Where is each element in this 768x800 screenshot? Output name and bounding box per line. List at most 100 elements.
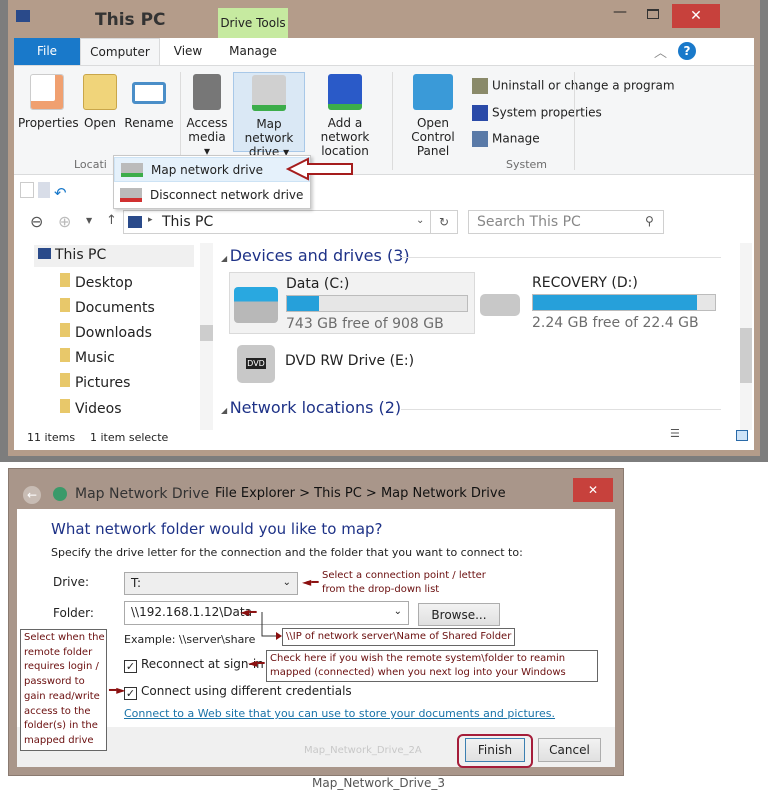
nav-item-pictures[interactable]: Pictures (60, 373, 130, 391)
address-bar[interactable]: ▸ This PC ⌄ (123, 210, 431, 234)
large-icons-view-icon[interactable] (736, 430, 748, 441)
nav-item-this-pc[interactable]: This PC (38, 247, 106, 263)
system-properties-button[interactable]: System properties (472, 105, 602, 121)
label: media ▾ (188, 130, 226, 158)
line: password to (24, 676, 85, 688)
folder-label: Folder: (53, 606, 94, 620)
drive-usage-fill (287, 296, 320, 311)
dialog-close-button[interactable]: ✕ (573, 478, 613, 502)
up-icon[interactable]: ↑ (106, 213, 117, 228)
devices-header[interactable]: ◢ Devices and drives (3) (221, 246, 410, 265)
annotation-arrow: ◄━ (302, 575, 319, 589)
properties-label: Properties (18, 116, 79, 130)
reconnect-annotation: Check here if you wish the remote system… (266, 650, 598, 682)
label: Music (75, 350, 115, 366)
address-dropdown-icon[interactable]: ⌄ (416, 215, 424, 226)
drive-value: T: (131, 576, 142, 590)
back-icon[interactable]: ⊖ (30, 212, 43, 231)
new-folder-icon[interactable] (38, 182, 50, 198)
line: Check here if you wish the remote system… (270, 653, 566, 664)
back-icon[interactable]: ← (23, 486, 41, 504)
folder-open-icon (83, 74, 117, 110)
finish-button[interactable]: Finish (465, 738, 525, 762)
breadcrumb-separator-icon: ▸ (148, 215, 153, 225)
scrollbar-thumb[interactable] (200, 325, 213, 341)
access-media-button[interactable]: Access media ▾ (184, 74, 230, 158)
label: Map network drive (151, 163, 264, 177)
hard-drive-icon (480, 294, 520, 316)
nav-item-videos[interactable]: Videos (60, 399, 122, 417)
recent-locations-icon[interactable]: ▼ (86, 216, 92, 225)
content-scrollbar[interactable] (740, 243, 752, 430)
label: Network locations (2) (229, 398, 402, 417)
disconnect-drive-icon (120, 188, 142, 202)
details-view-icon[interactable]: ☰ (670, 427, 680, 440)
cancel-button[interactable]: Cancel (538, 738, 601, 762)
folder-icon (60, 273, 70, 287)
refresh-button[interactable]: ↻ (430, 210, 458, 234)
folder-icon (60, 373, 70, 387)
tab-manage[interactable]: Manage (218, 38, 288, 65)
open-control-panel-button[interactable]: Open Control Panel (397, 74, 469, 158)
drive-tile-c[interactable]: Data (C:) 743 GB free of 908 GB (229, 272, 475, 334)
search-box[interactable]: Search This PC ⚲ (468, 210, 664, 234)
group-divider (574, 72, 575, 170)
label: Access (186, 116, 228, 130)
undo-icon[interactable]: ↶ (54, 184, 67, 202)
maximize-button[interactable] (638, 4, 668, 24)
label: Downloads (75, 325, 152, 341)
drive-tile-d[interactable]: RECOVERY (D:) 2.24 GB free of 22.4 GB (476, 272, 726, 334)
map-network-drive-button[interactable]: Map network drive ▾ (233, 72, 305, 159)
group-label-location: Locati (74, 158, 107, 171)
close-button[interactable]: ✕ (672, 4, 720, 28)
content-pane: ◢ Devices and drives (3) Data (C:) 743 G… (221, 243, 741, 430)
menu-item-disconnect-network-drive[interactable]: Disconnect network drive (114, 183, 310, 208)
address-this-pc[interactable]: This PC (162, 214, 213, 230)
nav-item-music[interactable]: Music (60, 348, 115, 366)
properties-button[interactable]: Properties (18, 74, 79, 130)
folder-annotation: \\IP of network server\Name of Shared Fo… (282, 628, 516, 646)
drive-tile-e[interactable]: DVD DVD RW Drive (E:) (229, 341, 449, 386)
annotation-arrow: ◄━ (240, 605, 257, 619)
tab-view[interactable]: View (160, 38, 216, 65)
credentials-checkbox[interactable]: ✓ Connect using different credentials (124, 684, 352, 700)
collapse-ribbon-icon[interactable]: ︿ (654, 42, 667, 61)
add-network-location-button[interactable]: Add a network location (307, 74, 383, 158)
network-location-icon (328, 74, 362, 110)
status-item-count: 11 items (27, 431, 76, 444)
scrollbar-thumb[interactable] (740, 328, 752, 383)
rename-button[interactable]: Rename (124, 74, 174, 130)
help-icon[interactable]: ? (678, 42, 696, 60)
dialog-breadcrumb: File Explorer > This PC > Map Network Dr… (215, 486, 506, 501)
properties-icon[interactable] (20, 182, 34, 198)
status-selection: 1 item selecte (90, 431, 169, 444)
menu-item-map-network-drive[interactable]: Map network drive (114, 157, 310, 182)
reconnect-checkbox[interactable]: ✓ Reconnect at sign-in (124, 657, 264, 673)
network-locations-header[interactable]: ◢ Network locations (2) (221, 398, 401, 417)
drive-annotation: Select a connection point / letter from t… (322, 569, 486, 597)
drive-usage-fill (533, 295, 697, 310)
forward-icon[interactable]: ⊕ (58, 212, 71, 231)
nav-item-downloads[interactable]: Downloads (60, 323, 152, 341)
manage-button[interactable]: Manage (472, 131, 540, 147)
minimize-button[interactable]: — (605, 4, 635, 24)
browse-button[interactable]: Browse... (418, 603, 500, 626)
nav-item-documents[interactable]: Documents (60, 298, 155, 316)
search-input[interactable]: Search This PC (477, 214, 581, 230)
open-button[interactable]: Open (80, 74, 120, 130)
nav-item-desktop[interactable]: Desktop (60, 273, 133, 291)
checkbox-checked-icon[interactable]: ✓ (124, 687, 137, 700)
dialog-instruction: Specify the drive letter for the connect… (51, 546, 523, 559)
tab-file[interactable]: File (14, 38, 80, 65)
nav-scrollbar[interactable] (200, 243, 213, 430)
label: System properties (492, 105, 602, 120)
rename-label: Rename (124, 116, 174, 130)
label: Videos (75, 401, 122, 417)
drive-select[interactable]: T: ⌄ (124, 572, 298, 595)
tab-computer[interactable]: Computer (80, 38, 160, 65)
drive-usage-bar (286, 295, 468, 312)
label: Uninstall or change a program (492, 78, 675, 93)
network-drive-icon (252, 75, 286, 111)
checkbox-checked-icon[interactable]: ✓ (124, 660, 137, 673)
web-site-link[interactable]: Connect to a Web site that you can use t… (124, 707, 555, 720)
